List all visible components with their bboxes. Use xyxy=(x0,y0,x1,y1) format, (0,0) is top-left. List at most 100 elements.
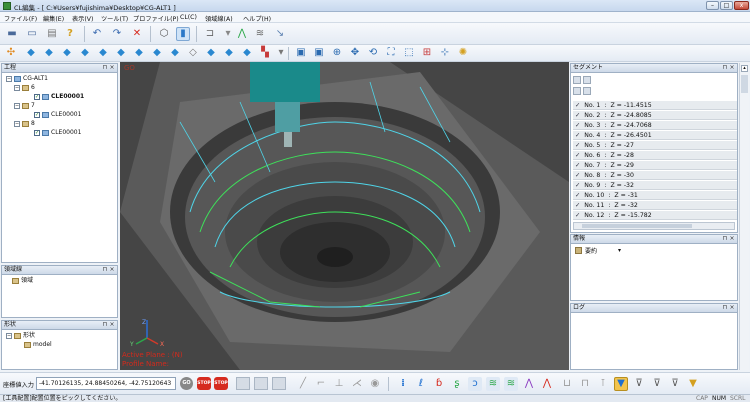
menu-cl[interactable]: CL(C) xyxy=(180,14,197,21)
tool-select-icon[interactable]: ▼ xyxy=(614,377,628,391)
disabled-tool-1-icon[interactable] xyxy=(236,377,250,390)
view-left-icon[interactable]: ◆ xyxy=(60,46,74,60)
tree-group-7[interactable]: − 7 xyxy=(14,102,35,110)
view-right-icon[interactable]: ◆ xyxy=(78,46,92,60)
light-icon[interactable]: ✺ xyxy=(456,46,470,60)
segment-row[interactable]: ✓ No. 10: Z = -31 xyxy=(573,191,737,200)
view-iso3-icon[interactable]: ◆ xyxy=(168,46,182,60)
zoom-icon[interactable]: ⊕ xyxy=(330,46,344,60)
segment-row[interactable]: ✓ No. 3:Z = -24.7068 xyxy=(573,121,737,130)
grid-icon[interactable]: ⊞ xyxy=(420,46,434,60)
segment-row[interactable]: ✓ No. 11: Z = -32 xyxy=(573,201,737,210)
collapse-icon[interactable]: − xyxy=(6,76,12,82)
view-iso-icon[interactable]: ◆ xyxy=(132,46,146,60)
help-icon[interactable]: ? xyxy=(63,27,77,41)
monitor-window-icon[interactable]: ▣ xyxy=(312,46,326,60)
trim-tool-icon[interactable]: ⋌ xyxy=(350,377,364,391)
coord-input-field[interactable]: -41.70126135, 24.88450264, -42.75120643 xyxy=(36,377,176,390)
segment-row[interactable]: ✓ No. 2:Z = -24.8085 xyxy=(573,111,737,120)
pin-icon[interactable]: ⊓ xyxy=(102,267,108,273)
path-spiral-icon[interactable]: ʂ xyxy=(450,377,464,391)
snap-icon[interactable]: ⊹ xyxy=(438,46,452,60)
pin-icon[interactable]: ⊓ xyxy=(102,65,108,71)
tool-assembly-icon[interactable]: ▼ xyxy=(686,377,700,391)
color-palette-icon[interactable]: ▚ xyxy=(258,46,272,60)
view-iso-multi-icon[interactable]: ✣ xyxy=(4,46,18,60)
redo-icon[interactable]: ↷ xyxy=(110,27,124,41)
segment-hscrollbar[interactable] xyxy=(573,222,735,230)
rotate-icon[interactable]: ⟲ xyxy=(366,46,380,60)
path-wave-icon[interactable]: ≋ xyxy=(486,377,500,391)
pan-icon[interactable]: ✥ xyxy=(348,46,362,60)
scrollbar-thumb[interactable] xyxy=(741,75,748,93)
menu-view[interactable]: 表示(V) xyxy=(72,14,93,23)
menu-profile[interactable]: プロファイル(P) xyxy=(133,14,179,23)
tree-item-cl-6[interactable]: ✓ CLE00001 xyxy=(34,93,84,101)
scroll-up-icon[interactable]: ▴ xyxy=(741,65,748,72)
close-button[interactable]: x xyxy=(734,1,749,10)
tree-root[interactable]: − CG-ALT1 xyxy=(6,75,48,83)
point-tool-icon[interactable]: ◉ xyxy=(368,377,382,391)
path-loop-icon[interactable]: ɓ xyxy=(432,377,446,391)
shade-mode-icon[interactable]: ◇ xyxy=(186,46,200,60)
path-square-icon[interactable]: ↄ xyxy=(468,377,482,391)
view-bottom-icon[interactable]: ◆ xyxy=(114,46,128,60)
segment-row[interactable]: ✓ No. 1:Z = -11.4515 xyxy=(573,101,737,110)
save-icon[interactable]: ▬ xyxy=(5,27,19,41)
checkbox[interactable]: ✓ xyxy=(34,130,40,136)
dropdown-arrow-icon[interactable]: ▾ xyxy=(274,46,288,60)
tool-list-icon[interactable]: ▾ xyxy=(221,27,235,41)
tree-group-6[interactable]: − 6 xyxy=(14,84,35,92)
menu-area[interactable]: 領域線(A) xyxy=(205,14,233,23)
segment-row[interactable]: ✓ No. 12: Z = -15.782 xyxy=(573,211,737,220)
shape-root[interactable]: − 形状 xyxy=(6,332,35,340)
fit-all-icon[interactable]: ⛶ xyxy=(384,46,398,60)
segment-row[interactable]: ✓ No. 5:Z = -27 xyxy=(573,141,737,150)
panel-close-icon[interactable]: × xyxy=(109,322,115,328)
view-iso2-icon[interactable]: ◆ xyxy=(150,46,164,60)
view-back-icon[interactable]: ◆ xyxy=(42,46,56,60)
line-tool-icon[interactable]: ╱ xyxy=(296,377,310,391)
bracket-icon[interactable]: ⊔ xyxy=(560,377,574,391)
panel-close-icon[interactable]: × xyxy=(729,65,735,71)
path-hook-icon[interactable]: ℓ xyxy=(414,377,428,391)
maximize-button[interactable]: □ xyxy=(720,1,733,10)
collapse-icon[interactable]: − xyxy=(14,121,20,127)
view-iso6-icon[interactable]: ◆ xyxy=(240,46,254,60)
menu-help[interactable]: ヘルプ(H) xyxy=(243,14,271,23)
bolt-icon[interactable]: ⊺ xyxy=(596,377,610,391)
pin-icon[interactable]: ⊓ xyxy=(722,236,728,242)
corner-tool-icon[interactable]: ⊥ xyxy=(332,377,346,391)
stop-all-icon[interactable]: STOP xyxy=(214,377,228,390)
endmill-icon[interactable]: ⊽ xyxy=(650,377,664,391)
ballmill-icon[interactable]: ⊽ xyxy=(668,377,682,391)
segment-tool-4-icon[interactable] xyxy=(583,87,591,95)
disabled-tool-2-icon[interactable] xyxy=(254,377,268,390)
go-icon[interactable]: GO xyxy=(180,377,193,390)
path-up-icon[interactable]: ⋀ xyxy=(235,27,249,41)
delete-icon[interactable]: ✕ xyxy=(130,27,144,41)
menu-tools[interactable]: ツール(T) xyxy=(101,14,128,23)
segment-row[interactable]: ✓ No. 7:Z = -29 xyxy=(573,161,737,170)
checkbox[interactable]: ✓ xyxy=(34,94,40,100)
path-align-icon[interactable]: ⁞ xyxy=(396,377,410,391)
tool-holder-icon[interactable]: ⊐ xyxy=(203,27,217,41)
segment-tool-2-icon[interactable] xyxy=(583,76,591,84)
pin-icon[interactable]: ⊓ xyxy=(102,322,108,328)
collapse-icon[interactable]: − xyxy=(14,85,20,91)
view-iso4-icon[interactable]: ◆ xyxy=(204,46,218,60)
select-box-icon[interactable]: ⬚ xyxy=(402,46,416,60)
panel-close-icon[interactable]: × xyxy=(109,267,115,273)
segment-row[interactable]: ✓ No. 9:Z = -32 xyxy=(573,181,737,190)
segment-tool-3-icon[interactable] xyxy=(573,87,581,95)
collapse-icon[interactable]: − xyxy=(6,333,12,339)
area-item[interactable]: 領域 xyxy=(12,277,33,285)
path-mountain-icon[interactable]: ⋀ xyxy=(540,377,554,391)
collapse-icon[interactable]: − xyxy=(14,103,20,109)
panel-close-icon[interactable]: × xyxy=(729,236,735,242)
print-icon[interactable]: ▤ xyxy=(45,27,59,41)
segment-tool-1-icon[interactable] xyxy=(573,76,581,84)
menu-file[interactable]: ファイル(F) xyxy=(4,14,37,23)
shape-model[interactable]: model xyxy=(24,341,52,349)
pin-icon[interactable]: ⊓ xyxy=(722,305,728,311)
